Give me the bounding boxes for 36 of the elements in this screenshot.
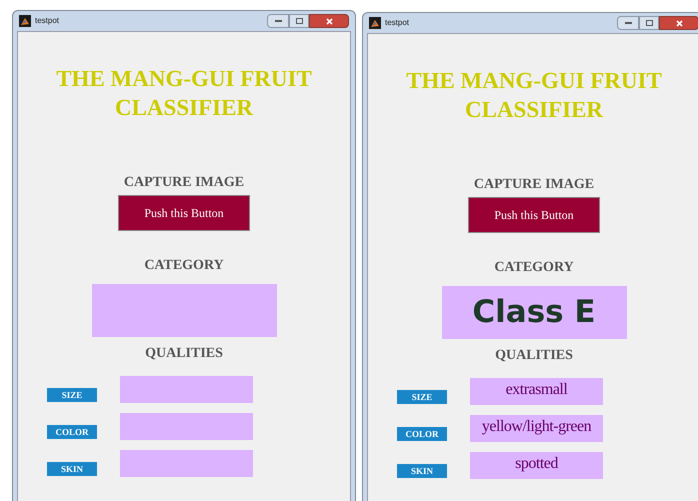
minimize-icon <box>624 22 632 24</box>
quality-label: COLOR <box>47 424 97 438</box>
minimize-button[interactable] <box>267 14 289 28</box>
close-icon <box>676 20 682 26</box>
quality-value: yellow/light-green <box>482 417 592 437</box>
app-heading: THE MANG-GUI FRUIT CLASSIFIER <box>55 65 313 122</box>
app-heading: THE MANG-GUI FRUIT CLASSIFIER <box>405 67 663 124</box>
quality-label: SKIN <box>397 464 447 478</box>
close-icon <box>326 18 332 24</box>
quality-label: COLOR <box>397 426 447 440</box>
window-title: testpot <box>35 15 60 27</box>
maximize-icon <box>646 20 652 26</box>
maximize-button[interactable] <box>639 16 659 30</box>
quality-label: SKIN <box>47 462 97 476</box>
maximize-button[interactable] <box>289 14 309 28</box>
category-text: Class E <box>472 293 596 332</box>
quality-value: spotted <box>515 454 558 474</box>
close-button[interactable] <box>309 14 349 28</box>
quality-value: extrasmall <box>506 380 568 400</box>
section-label: CAPTURE IMAGE <box>124 174 244 192</box>
section-label: CAPTURE IMAGE <box>474 176 594 194</box>
capture-button[interactable]: Push this Button <box>118 195 250 231</box>
quality-label: SIZE <box>47 388 97 402</box>
minimize-icon <box>274 20 282 22</box>
maximize-icon <box>296 18 302 24</box>
section-label: QUALITIES <box>145 345 223 363</box>
window-title: testpot <box>385 17 410 29</box>
close-button[interactable] <box>659 16 698 30</box>
app-logo-icon <box>369 17 381 29</box>
section-label: CATEGORY <box>144 257 224 275</box>
minimize-button[interactable] <box>617 16 639 30</box>
app-logo-icon <box>19 15 31 27</box>
section-label: QUALITIES <box>495 347 573 365</box>
section-label: CATEGORY <box>494 259 574 277</box>
capture-button[interactable]: Push this Button <box>468 197 600 233</box>
quality-label: SIZE <box>397 390 447 404</box>
